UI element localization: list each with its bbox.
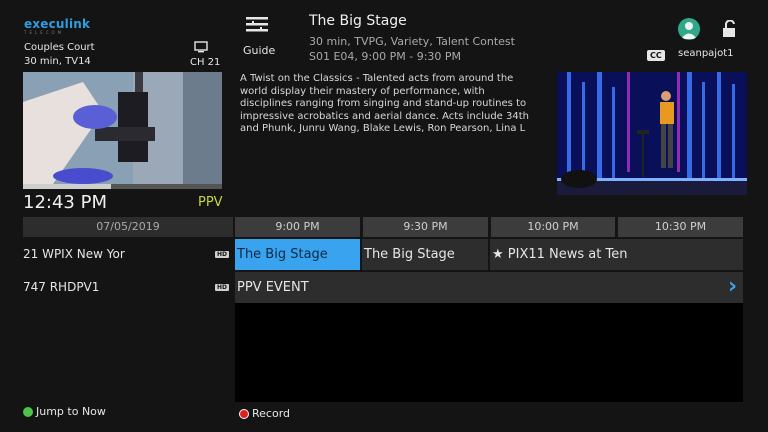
current-time: 12:43 PM (23, 192, 107, 213)
program-cell[interactable]: The Big Stage (362, 239, 488, 270)
program-cell[interactable]: PPV EVENT (235, 272, 743, 303)
guide-button[interactable]: Guide (243, 44, 275, 57)
live-video-preview[interactable] (23, 72, 222, 184)
playback-progress-fill (23, 184, 111, 189)
current-program-meta: 30 min, TV14 (24, 56, 91, 67)
channel-name: 747 RHDPV1 (23, 280, 100, 294)
hd-badge: HD (214, 251, 229, 258)
hd-badge: HD (214, 284, 229, 291)
jump-to-now-button[interactable]: Jump to Now (36, 405, 106, 418)
current-program-title: Couples Court (24, 42, 95, 53)
closed-caption-icon[interactable]: CC (647, 50, 665, 61)
program-cell[interactable]: ★ PIX11 News at Ten (490, 239, 743, 270)
chevron-right-icon[interactable]: › (728, 274, 737, 299)
avatar[interactable] (678, 18, 700, 40)
program-meta: 30 min, TVPG, Variety, Talent Contest (309, 35, 515, 48)
guide-grid-empty (235, 303, 743, 402)
unlock-icon[interactable] (721, 19, 737, 42)
channel-row[interactable]: 747 RHDPV1 HD (23, 272, 233, 303)
program-thumbnail (557, 72, 747, 195)
channel-row[interactable]: 21 WPIX New Yor HD (23, 239, 233, 270)
brand-logo: execulink TELECOM (24, 17, 91, 35)
record-button[interactable]: Record (252, 407, 290, 420)
program-episode-time: S01 E04, 9:00 PM - 9:30 PM (309, 50, 462, 63)
guide-icon[interactable] (246, 16, 268, 40)
guide-date: 07/05/2019 (23, 217, 233, 237)
timeslot-header: 10:30 PM (618, 217, 743, 237)
footer (0, 402, 768, 432)
program-title: The Big Stage (309, 13, 407, 29)
ppv-badge: PPV (198, 195, 223, 210)
timeslot-header: 9:00 PM (235, 217, 360, 237)
channel-name: 21 WPIX New Yor (23, 247, 125, 261)
timeslot-header: 10:00 PM (491, 217, 615, 237)
program-cell-selected[interactable]: The Big Stage (235, 239, 360, 270)
green-button-icon (23, 407, 33, 417)
record-icon (239, 409, 249, 419)
tv-icon (194, 38, 208, 57)
timeslot-header: 9:30 PM (363, 217, 488, 237)
current-channel: CH 21 (190, 57, 221, 68)
username[interactable]: seanpajot1 (678, 48, 733, 59)
program-description: A Twist on the Classics - Talented acts … (240, 73, 529, 134)
